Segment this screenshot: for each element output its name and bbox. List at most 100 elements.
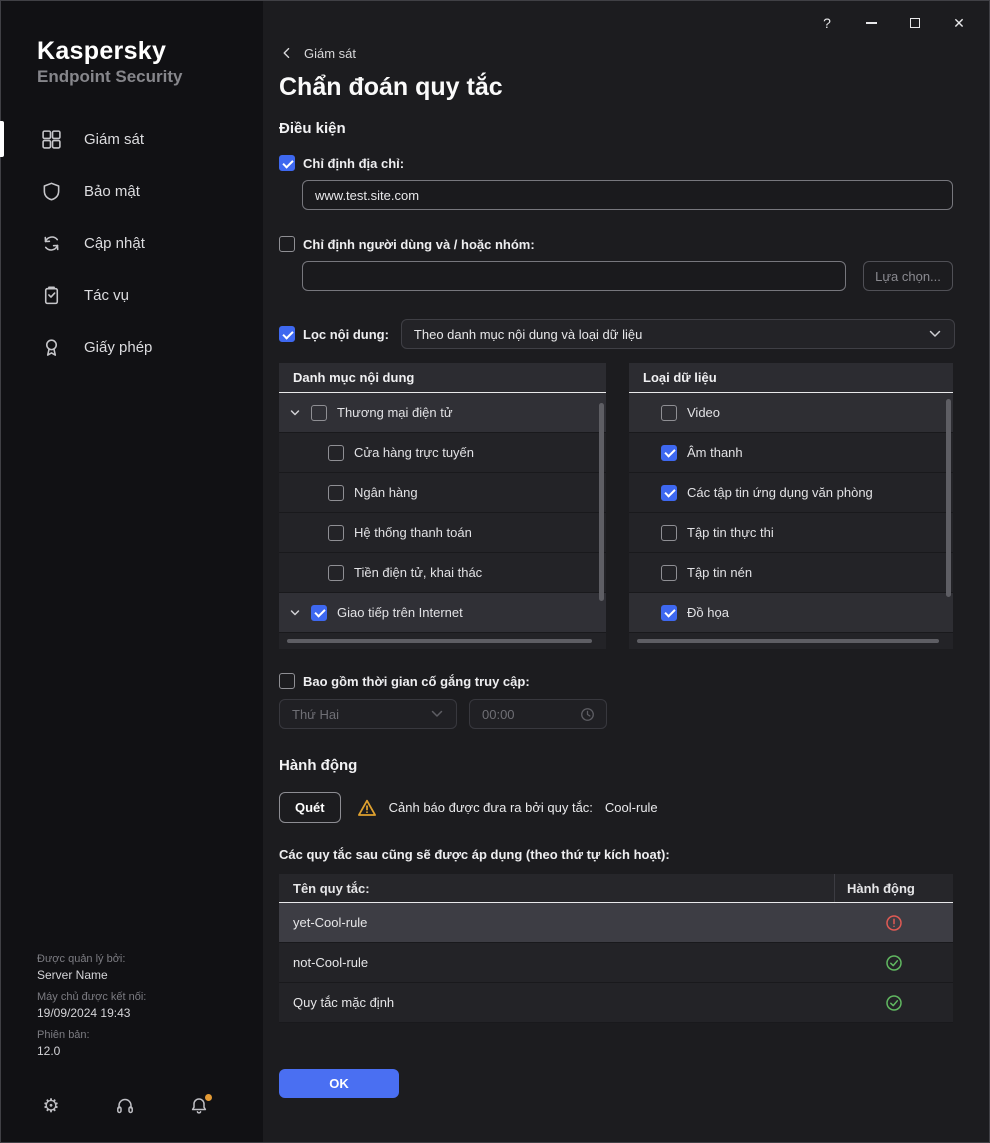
minimize-button[interactable] (849, 9, 893, 37)
table-row-not-cool-rule[interactable]: not-Cool-rule (279, 943, 953, 983)
filter-mode-value: Theo danh mục nội dung và loại dữ liệu (413, 326, 643, 342)
datatype-row-graphics[interactable]: Đồ họa (629, 593, 953, 633)
datatype-row-archives[interactable]: Tập tin nén (629, 553, 953, 593)
time-input[interactable]: 00:00 (469, 699, 607, 729)
categories-header: Danh mục nội dung (279, 363, 606, 393)
category-row-banking[interactable]: Ngân hàng (279, 473, 606, 513)
sidebar-item-update[interactable]: Cập nhật (1, 217, 263, 269)
datatype-label: Tập tin thực thi (687, 525, 774, 540)
maximize-button[interactable] (893, 9, 937, 37)
category-label: Ngân hàng (354, 485, 418, 500)
rule-action-header: Hành động (834, 874, 953, 902)
address-checkbox[interactable] (279, 155, 295, 171)
content-categories-panel: Danh mục nội dung Thương mại điện tử Cửa… (279, 363, 606, 649)
datatype-label: Âm thanh (687, 445, 743, 460)
scan-button[interactable]: Quét (279, 792, 341, 823)
category-row-online-store[interactable]: Cửa hàng trực tuyến (279, 433, 606, 473)
clipboard-icon (41, 285, 62, 306)
users-input[interactable] (302, 261, 846, 291)
error-circle-icon (885, 914, 903, 932)
breadcrumb-label: Giám sát (304, 45, 357, 61)
users-checkbox[interactable] (279, 236, 295, 252)
sidebar-item-tasks[interactable]: Tác vụ (1, 269, 263, 321)
datatype-row-office-files[interactable]: Các tập tin ứng dụng văn phòng (629, 473, 953, 513)
category-checkbox[interactable] (311, 404, 327, 421)
datatype-label: Đồ họa (687, 605, 729, 620)
table-row-yet-cool-rule[interactable]: yet-Cool-rule (279, 903, 953, 943)
close-button[interactable]: ✕ (937, 9, 981, 37)
datatype-row-audio[interactable]: Âm thanh (629, 433, 953, 473)
rules-table-header: Tên quy tắc: Hành động (279, 874, 953, 903)
horizontal-scrollbar[interactable] (637, 639, 939, 643)
address-checkbox-row[interactable]: Chỉ định địa chỉ: (279, 155, 404, 171)
day-select[interactable]: Thứ Hai (279, 699, 457, 729)
datatype-checkbox[interactable] (661, 404, 677, 421)
category-checkbox[interactable] (328, 564, 344, 581)
choose-button[interactable]: Lựa chọn... (863, 261, 953, 291)
address-input[interactable] (302, 180, 953, 210)
category-row-crypto[interactable]: Tiền điện tử, khai thác (279, 553, 606, 593)
datatype-checkbox[interactable] (661, 484, 677, 501)
expand-chevron-icon[interactable] (289, 607, 301, 619)
server-connected-label: Máy chủ được kết nối: (37, 991, 147, 1003)
warning-text: Cảnh báo được đưa ra bởi quy tắc: (388, 800, 593, 815)
horizontal-scrollbar[interactable] (287, 639, 592, 643)
category-label: Giao tiếp trên Internet (337, 605, 463, 620)
rule-name: yet-Cool-rule (293, 915, 368, 930)
category-checkbox[interactable] (311, 604, 327, 621)
chevron-down-icon (431, 710, 443, 717)
settings-gear-icon[interactable]: ⚙ (41, 1096, 61, 1116)
datatype-row-video[interactable]: Video (629, 393, 953, 433)
datatype-label: Các tập tin ứng dụng văn phòng (687, 485, 873, 500)
filter-mode-select[interactable]: Theo danh mục nội dung và loại dữ liệu (400, 319, 955, 349)
vertical-scrollbar[interactable] (599, 403, 604, 601)
vertical-scrollbar[interactable] (946, 399, 951, 597)
category-label: Cửa hàng trực tuyến (354, 445, 475, 460)
datatype-checkbox[interactable] (661, 444, 677, 461)
help-button[interactable]: ? (805, 9, 849, 37)
time-checkbox-row[interactable]: Bao gồm thời gian cố gắng truy cập: (279, 673, 530, 689)
breadcrumb[interactable]: Giám sát (279, 45, 356, 61)
action-heading: Hành động (279, 757, 358, 774)
sidebar-bottom-bar: ⚙ (1, 1094, 263, 1142)
shield-icon (41, 181, 62, 202)
datatype-checkbox[interactable] (661, 604, 677, 621)
sidebar-nav: Giám sát Bảo mật Cập nhật Tác vụ Giấy ph… (0, 113, 263, 373)
filter-panels: Danh mục nội dung Thương mại điện tử Cửa… (279, 363, 989, 649)
support-headset-icon[interactable] (115, 1096, 135, 1116)
datatype-checkbox[interactable] (661, 564, 677, 581)
category-row-internet-communication[interactable]: Giao tiếp trên Internet (279, 593, 606, 633)
sidebar-item-security[interactable]: Bảo mật (1, 165, 263, 217)
sidebar-item-label: Tác vụ (84, 286, 130, 304)
brand-product: Endpoint Security (37, 67, 183, 86)
category-checkbox[interactable] (328, 484, 344, 501)
filter-label: Lọc nội dung: (303, 326, 389, 342)
rule-name: Quy tắc mặc định (293, 995, 395, 1010)
dashboard-grid-icon (41, 129, 62, 150)
sidebar-item-monitoring[interactable]: Giám sát (0, 113, 263, 165)
expand-chevron-icon[interactable] (289, 407, 301, 419)
category-label: Tiền điện tử, khai thác (354, 565, 483, 580)
time-row: Thứ Hai 00:00 (279, 699, 989, 729)
managed-by-value: Server Name (37, 968, 108, 982)
category-row-ecommerce[interactable]: Thương mại điện tử (279, 393, 606, 433)
datatype-row-executables[interactable]: Tập tin thực thi (629, 513, 953, 553)
category-checkbox[interactable] (328, 444, 344, 461)
ok-button[interactable]: OK (279, 1069, 399, 1098)
datatype-label: Video (687, 405, 721, 420)
table-row-default-rule[interactable]: Quy tắc mặc định (279, 983, 953, 1023)
filter-checkbox[interactable] (279, 326, 295, 342)
filter-checkbox-row[interactable]: Lọc nội dung: (279, 326, 389, 342)
category-row-payment-systems[interactable]: Hệ thống thanh toán (279, 513, 606, 553)
users-checkbox-row[interactable]: Chỉ định người dùng và / hoặc nhóm: (279, 236, 535, 252)
notifications-bell-icon[interactable] (189, 1094, 212, 1116)
category-checkbox[interactable] (328, 524, 344, 541)
time-checkbox[interactable] (279, 673, 295, 689)
sidebar-item-label: Cập nhật (84, 234, 145, 252)
server-connected-value: 19/09/2024 19:43 (37, 1006, 131, 1020)
page-title: Chẩn đoán quy tắc (279, 73, 503, 101)
category-label: Hệ thống thanh toán (354, 525, 472, 540)
datatype-checkbox[interactable] (661, 524, 677, 541)
window-controls: ? ✕ (805, 9, 981, 37)
sidebar-item-license[interactable]: Giấy phép (1, 321, 263, 373)
